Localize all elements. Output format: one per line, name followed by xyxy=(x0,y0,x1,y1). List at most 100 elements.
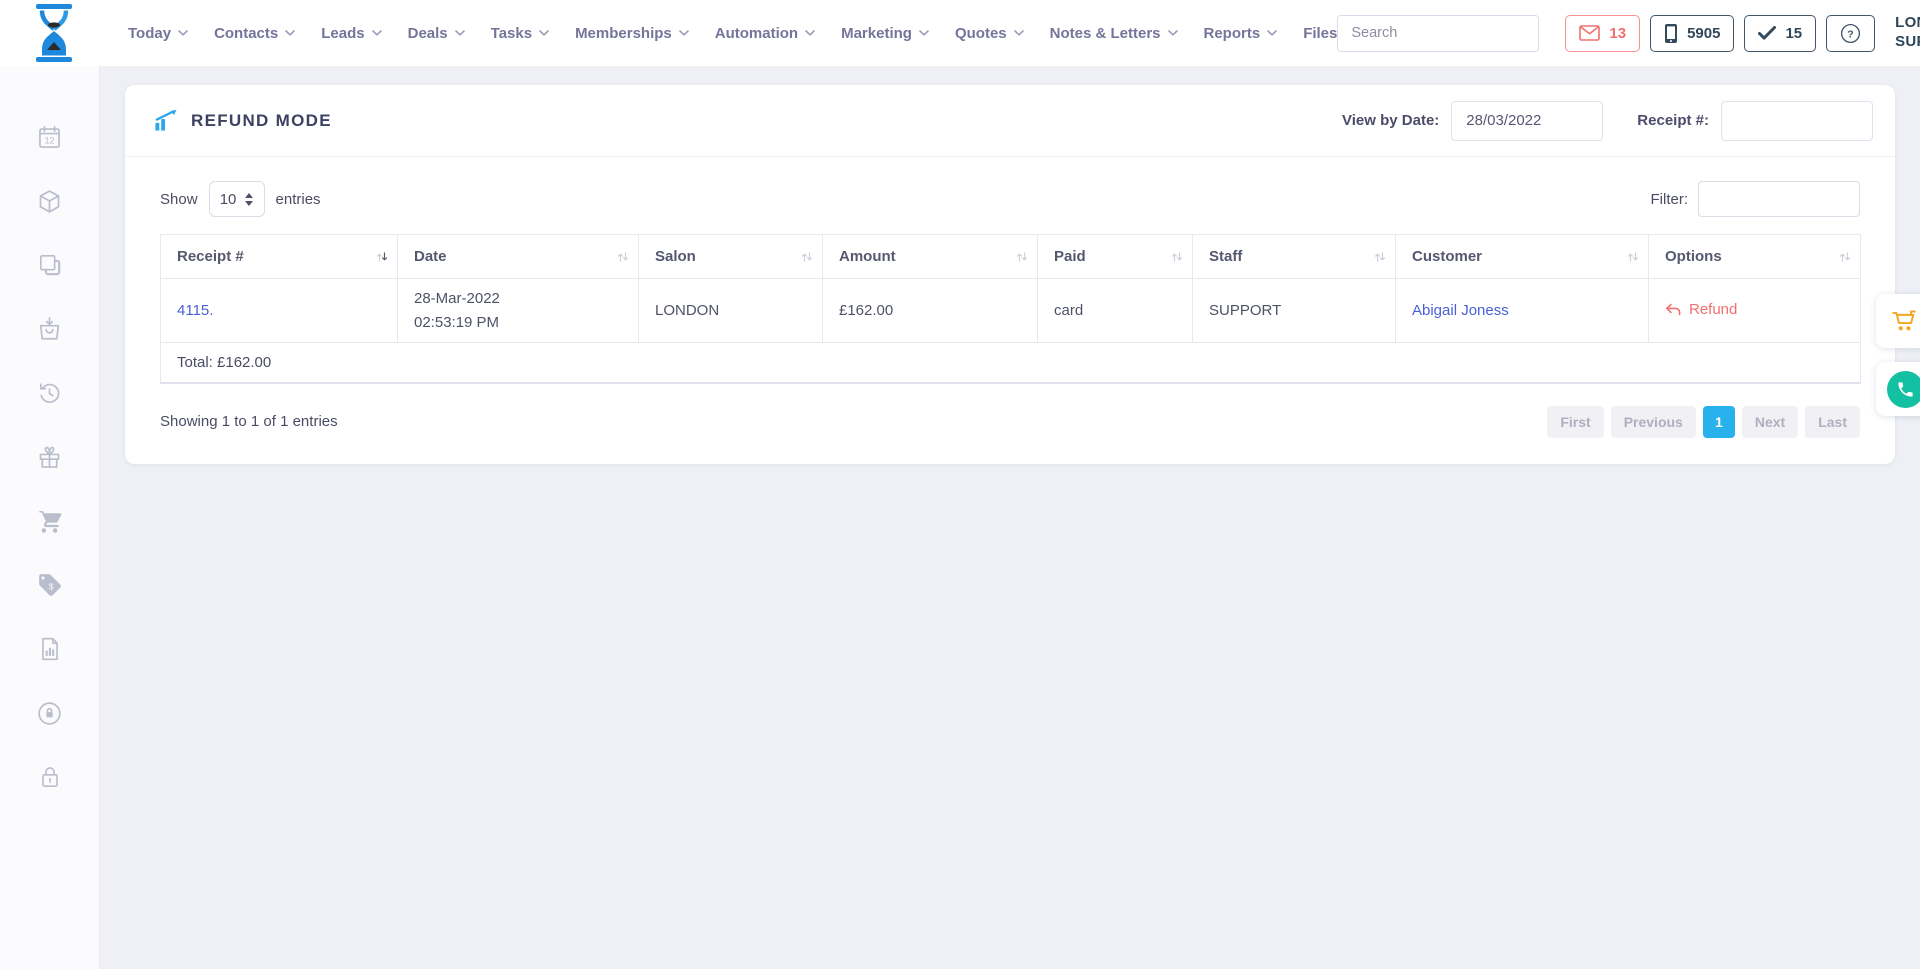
cart-icon xyxy=(1891,308,1919,334)
chevron-down-icon xyxy=(178,30,188,36)
col-options[interactable]: Options xyxy=(1649,235,1861,279)
nav-item-reports[interactable]: Reports xyxy=(1204,25,1278,42)
shopping-cart-icon xyxy=(36,508,63,535)
floating-cart-button[interactable] xyxy=(1876,294,1920,348)
phone-icon xyxy=(1896,380,1915,399)
panel-header-filters: View by Date: Receipt #: xyxy=(1342,101,1873,141)
panel-header: REFUND MODE View by Date: Receipt #: xyxy=(125,85,1895,157)
nav-item-leads[interactable]: Leads xyxy=(321,25,381,42)
date-input[interactable] xyxy=(1451,101,1603,141)
receipt-number-input[interactable] xyxy=(1721,101,1873,141)
gift-icon xyxy=(36,444,63,471)
nav-item-marketing[interactable]: Marketing xyxy=(841,25,929,42)
history-icon xyxy=(36,380,63,407)
padlock-icon xyxy=(37,764,63,790)
nav-item-deals[interactable]: Deals xyxy=(408,25,465,42)
filter-input[interactable] xyxy=(1698,181,1860,217)
refund-button[interactable]: Refund xyxy=(1665,301,1737,318)
nav-item-automation[interactable]: Automation xyxy=(715,25,815,42)
pagination-previous[interactable]: Previous xyxy=(1611,406,1696,438)
pagination-first[interactable]: First xyxy=(1547,406,1603,438)
basket-arrow-down-icon xyxy=(36,316,63,343)
page-length-value: 10 xyxy=(220,191,237,208)
chevron-down-icon xyxy=(285,30,295,36)
svg-text:?: ? xyxy=(1847,28,1853,40)
sort-icon xyxy=(1015,250,1029,264)
pagination: First Previous 1 Next Last xyxy=(1547,406,1860,438)
chart-trending-up-icon xyxy=(153,109,178,132)
svg-text:$: $ xyxy=(48,582,53,592)
calls-badge[interactable]: 5905 xyxy=(1650,15,1734,52)
customer-cell: Abigail Joness xyxy=(1396,279,1649,343)
pagination-last[interactable]: Last xyxy=(1805,406,1860,438)
show-label: Show xyxy=(160,191,198,208)
staff-cell: SUPPORT xyxy=(1193,279,1396,343)
col-customer[interactable]: Customer xyxy=(1396,235,1649,279)
entries-info: Showing 1 to 1 of 1 entries xyxy=(160,413,338,430)
col-receipt[interactable]: Receipt # xyxy=(161,235,398,279)
select-arrows-icon xyxy=(245,193,253,206)
duplicate-layers-icon xyxy=(37,252,63,278)
sort-icon xyxy=(616,250,630,264)
sidebar-item-privacy[interactable] xyxy=(35,698,65,728)
chevron-down-icon xyxy=(1014,30,1024,36)
panel-body: Show 10 entries Filter: Receipt # Da xyxy=(125,181,1895,438)
nav-item-quotes[interactable]: Quotes xyxy=(955,25,1024,42)
envelope-icon xyxy=(1579,25,1600,41)
receipt-filter-label: Receipt #: xyxy=(1637,112,1709,129)
sidebar-item-orders[interactable] xyxy=(35,314,65,344)
package-cube-icon xyxy=(36,188,63,215)
col-paid[interactable]: Paid xyxy=(1038,235,1193,279)
sales-report-icon xyxy=(37,636,63,662)
nav-item-notes-letters[interactable]: Notes & Letters xyxy=(1050,25,1178,42)
messages-count: 13 xyxy=(1609,25,1626,42)
nav-item-contacts[interactable]: Contacts xyxy=(214,25,295,42)
topbar-right: 13 5905 15 ? LONDON SUPPORT xyxy=(1337,12,1920,55)
page-length-select[interactable]: 10 xyxy=(209,181,265,217)
receipt-link[interactable]: 4115. xyxy=(177,302,213,319)
messages-badge[interactable]: 13 xyxy=(1565,15,1640,52)
sidebar-item-gifts[interactable] xyxy=(35,442,65,472)
nav-item-memberships[interactable]: Memberships xyxy=(575,25,689,42)
panel-title: REFUND MODE xyxy=(153,109,332,132)
table-header-row: Receipt # Date Salon Amount Paid Staff C… xyxy=(161,235,1861,279)
sort-icon xyxy=(1373,250,1387,264)
col-date[interactable]: Date xyxy=(398,235,639,279)
pagination-page-1[interactable]: 1 xyxy=(1703,406,1735,438)
chevron-down-icon xyxy=(372,30,382,36)
table-footer: Showing 1 to 1 of 1 entries First Previo… xyxy=(160,406,1860,438)
chevron-down-icon xyxy=(919,30,929,36)
filter-label: Filter: xyxy=(1651,191,1689,208)
col-staff[interactable]: Staff xyxy=(1193,235,1396,279)
user-menu[interactable]: LONDON SUPPORT xyxy=(1895,12,1920,55)
floating-phone-button[interactable] xyxy=(1876,362,1920,416)
table-filter: Filter: xyxy=(1651,181,1861,217)
nav-item-today[interactable]: Today xyxy=(128,25,188,42)
chevron-down-icon xyxy=(679,30,689,36)
sidebar-item-pricing[interactable]: $ xyxy=(35,570,65,600)
chevron-down-icon xyxy=(455,30,465,36)
help-badge[interactable]: ? xyxy=(1826,15,1875,52)
search-input[interactable] xyxy=(1338,16,1539,51)
table-controls: Show 10 entries Filter: xyxy=(160,181,1860,217)
sidebar-item-pos[interactable] xyxy=(35,506,65,536)
table-row: 4115. 28-Mar-202202:53:19 PM LONDON £162… xyxy=(161,279,1861,343)
question-circle-icon: ? xyxy=(1840,23,1861,44)
sidebar-item-security[interactable] xyxy=(35,762,65,792)
pagination-next[interactable]: Next xyxy=(1742,406,1798,438)
col-amount[interactable]: Amount xyxy=(823,235,1038,279)
tasks-badge[interactable]: 15 xyxy=(1744,15,1816,52)
checkmark-icon xyxy=(1758,26,1776,40)
sidebar-item-reports[interactable] xyxy=(35,634,65,664)
sidebar-item-history[interactable] xyxy=(35,378,65,408)
user-name: LONDON SUPPORT xyxy=(1895,14,1920,52)
sidebar-item-packages[interactable] xyxy=(35,186,65,216)
sidebar-item-calendar[interactable]: 12 xyxy=(35,122,65,152)
customer-link[interactable]: Abigail Joness xyxy=(1412,302,1509,319)
nav-item-files[interactable]: Files xyxy=(1303,25,1337,42)
col-salon[interactable]: Salon xyxy=(639,235,823,279)
nav-item-tasks[interactable]: Tasks xyxy=(491,25,549,42)
view-by-date-label: View by Date: xyxy=(1342,112,1439,129)
sidebar-item-duplicate[interactable] xyxy=(35,250,65,280)
hourglass-logo-icon[interactable] xyxy=(30,4,78,62)
